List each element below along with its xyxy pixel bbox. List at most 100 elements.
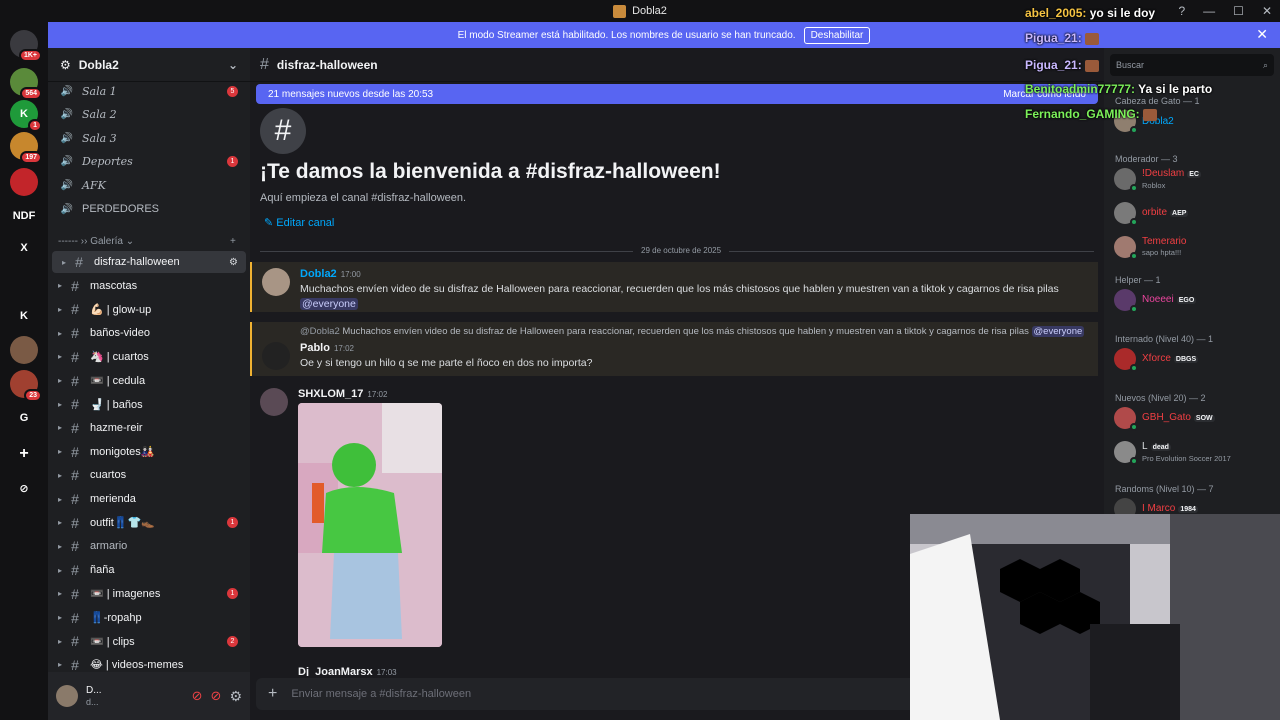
expand-arrow-icon[interactable]: ▸ xyxy=(58,281,66,290)
expand-arrow-icon[interactable]: ▸ xyxy=(58,376,66,385)
voice-channel[interactable]: 🔊 Sala 3 xyxy=(48,127,250,149)
channel-item[interactable]: ▸ # mascotas xyxy=(48,275,250,297)
channel-item[interactable]: ▸ # armario xyxy=(48,535,250,557)
channel-item[interactable]: ▸ # monigotes🎎 xyxy=(48,441,250,463)
new-messages-bar[interactable]: 21 mensajes nuevos desde las 20:53 Marca… xyxy=(256,84,1098,104)
avatar[interactable] xyxy=(1114,348,1138,372)
member-item[interactable]: orbite AEP xyxy=(1114,200,1274,226)
close-button[interactable]: ✕ xyxy=(1262,4,1272,18)
channel-item[interactable]: ▸ # ñaña xyxy=(48,559,250,581)
expand-arrow-icon[interactable]: ▸ xyxy=(58,660,66,669)
message[interactable]: @Dobla2 Muchachos envíen video de su dis… xyxy=(250,322,1098,376)
member-item[interactable]: Ldead Pro Evolution Soccer 2017 xyxy=(1114,439,1274,465)
expand-arrow-icon[interactable]: ▸ xyxy=(58,495,66,504)
channel-item[interactable]: ▸ # 📼 | clips 2 xyxy=(48,630,250,652)
message[interactable]: Dobla2 17:00 Muchachos envíen video de su… xyxy=(250,262,1098,312)
expand-arrow-icon[interactable]: ▸ xyxy=(58,637,66,646)
channel-item[interactable]: ▸ # 🚽 | baños xyxy=(48,393,250,415)
channel-item[interactable]: ▸ # 💪🏻 | glow-up xyxy=(48,298,250,320)
expand-arrow-icon[interactable]: ▸ xyxy=(58,518,66,527)
channel-item[interactable]: ▸ # merienda xyxy=(48,488,250,510)
avatar[interactable] xyxy=(1114,168,1138,192)
expand-arrow-icon[interactable]: ▸ xyxy=(62,258,70,267)
expand-arrow-icon[interactable]: ▸ xyxy=(58,329,66,338)
mention[interactable]: @everyone xyxy=(300,298,358,310)
message-author[interactable]: Dj_JoanMarsx 17:03 xyxy=(298,666,397,676)
avatar[interactable] xyxy=(1114,202,1138,226)
expand-arrow-icon[interactable]: ▸ xyxy=(58,400,66,409)
explore-icon[interactable]: ⊘ xyxy=(10,474,38,502)
voice-channel[interactable]: 🔊 Sala 1 5 xyxy=(48,80,250,102)
server-icon[interactable]: 564 xyxy=(10,68,42,100)
help-icon[interactable]: ? xyxy=(1178,4,1185,18)
member-item[interactable]: Xforce DBGS xyxy=(1114,346,1274,372)
avatar[interactable] xyxy=(1114,236,1138,260)
server-icon[interactable]: 197 xyxy=(10,132,42,164)
server-icon[interactable]: K1 xyxy=(10,100,42,132)
channel-item[interactable]: ▸ # 😂 | videos-memes xyxy=(48,654,250,672)
avatar[interactable] xyxy=(56,685,78,707)
avatar[interactable] xyxy=(1114,441,1138,465)
add-channel-icon[interactable]: + xyxy=(230,236,236,247)
channel-item[interactable]: ▸ # cuartos xyxy=(48,464,250,486)
server-icon[interactable]: NDF xyxy=(10,202,38,230)
expand-arrow-icon[interactable]: ▸ xyxy=(58,542,66,551)
search-input[interactable]: Buscar ⌕ xyxy=(1110,54,1274,76)
minimize-button[interactable]: — xyxy=(1203,4,1215,18)
server-header[interactable]: ⚙ Dobla2 ⌄ xyxy=(48,48,250,82)
expand-arrow-icon[interactable]: ▸ xyxy=(58,447,66,456)
channel-item[interactable]: ▸ # outfit👖👕👞 1 xyxy=(48,512,250,534)
voice-channel[interactable]: 🔊 Deportes 1 xyxy=(48,151,250,173)
expand-arrow-icon[interactable]: ▸ xyxy=(58,589,66,598)
expand-arrow-icon[interactable]: ▸ xyxy=(58,423,66,432)
channel-item[interactable]: ▸ # disfraz-halloween ⚙ xyxy=(52,251,246,273)
server-icon[interactable]: 1K+ xyxy=(10,30,42,62)
reply-preview[interactable]: @Dobla2 Muchachos envíen video de su dis… xyxy=(300,326,1085,337)
expand-arrow-icon[interactable]: ▸ xyxy=(58,471,66,480)
expand-arrow-icon[interactable]: ▸ xyxy=(58,566,66,575)
disable-streamer-button[interactable]: Deshabilitar xyxy=(803,26,871,44)
channel-settings-icon[interactable]: ⚙ xyxy=(229,257,238,268)
expand-arrow-icon[interactable]: ▸ xyxy=(58,352,66,361)
channel-item[interactable]: ▸ # 👖-ropahp xyxy=(48,607,250,629)
member-item[interactable]: GBH_Gato SOW xyxy=(1114,405,1274,431)
member-item[interactable]: !Deuslam EC Roblox xyxy=(1114,166,1274,192)
voice-channel[interactable]: 🔊 PERDEDORES xyxy=(48,198,250,220)
member-item[interactable]: Temerario sapo hpta!!! xyxy=(1114,234,1274,260)
avatar[interactable] xyxy=(262,268,290,296)
add-server-icon[interactable]: + xyxy=(10,440,38,468)
message-author[interactable]: Dobla2 17:00 xyxy=(300,268,361,280)
server-icon[interactable] xyxy=(10,168,38,196)
avatar[interactable] xyxy=(262,342,290,370)
mic-muted-icon[interactable]: ⊘ xyxy=(192,688,203,704)
channel-item[interactable]: ▸ # 📼 | cedula xyxy=(48,370,250,392)
server-icon[interactable]: X xyxy=(10,234,38,262)
message-author[interactable]: SHXLOM_17 17:02 xyxy=(298,388,387,400)
channel-item[interactable]: ▸ # 🦄 | cuartos xyxy=(48,346,250,368)
gear-icon[interactable]: ⚙ xyxy=(229,688,242,705)
avatar[interactable] xyxy=(260,388,288,416)
deafen-icon[interactable]: ⊘ xyxy=(211,688,222,704)
voice-channel[interactable]: 🔊 Sala 2 xyxy=(48,104,250,126)
server-icon[interactable] xyxy=(10,336,38,364)
maximize-button[interactable]: ☐ xyxy=(1233,4,1244,18)
avatar[interactable] xyxy=(1114,289,1138,313)
image-attachment[interactable] xyxy=(298,403,442,647)
expand-arrow-icon[interactable]: ▸ xyxy=(58,305,66,314)
server-icon[interactable]: G xyxy=(10,404,38,432)
message-input[interactable]: Enviar mensaje a #disfraz-halloween xyxy=(291,688,471,700)
member-item[interactable]: Noeeei EGO xyxy=(1114,287,1274,313)
channel-item[interactable]: ▸ # 📼 | imagenes 1 xyxy=(48,583,250,605)
voice-channel[interactable]: 🔊 AFK xyxy=(48,174,250,196)
edit-channel-link[interactable]: ✎ Editar canal xyxy=(264,216,334,229)
banner-close-icon[interactable]: ✕ xyxy=(1256,26,1268,43)
server-icon[interactable] xyxy=(10,270,38,298)
channel-item[interactable]: ▸ # baños-video xyxy=(48,322,250,344)
category-galeria[interactable]: ------ ›› Galería ⌄ + xyxy=(58,236,236,247)
avatar[interactable] xyxy=(1114,407,1138,431)
server-icon[interactable]: 23 xyxy=(10,370,42,402)
expand-arrow-icon[interactable]: ▸ xyxy=(58,613,66,622)
add-attachment-icon[interactable]: + xyxy=(268,685,277,703)
message-author[interactable]: Pablo 17:02 xyxy=(300,342,354,354)
server-icon[interactable]: K xyxy=(10,302,38,330)
